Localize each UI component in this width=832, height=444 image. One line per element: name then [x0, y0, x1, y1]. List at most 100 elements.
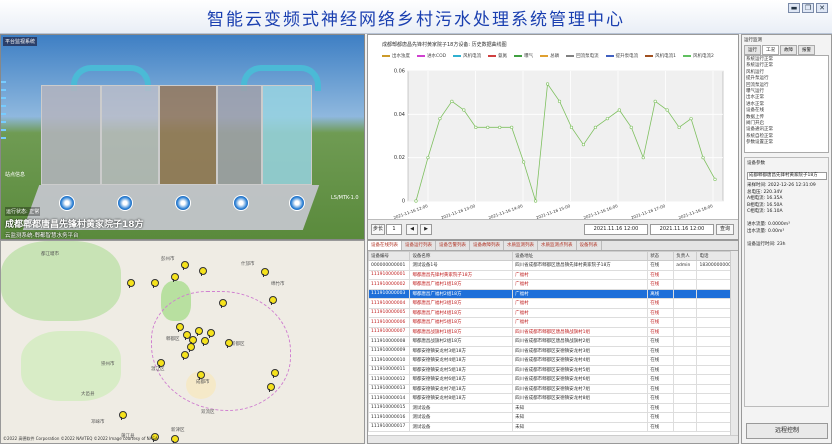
station-pin-icon[interactable] [207, 329, 215, 338]
table-row[interactable]: 111910000014 郫都安德镇安龙村8组18方 四川省成都市郫都区安德镇安龙村… [368, 393, 732, 404]
table-row[interactable]: 111910000006 郫都唐昌广福村5组18方 广福村 在线 [368, 317, 732, 328]
pump-icon[interactable] [117, 195, 133, 211]
parameter-value: 采样时间: 2022-12-26 12:31:09 [747, 183, 816, 188]
status-list-item[interactable]: 参数设置正常 [746, 140, 827, 146]
table-row[interactable]: 111910000012 郫都安德镇安龙村6组18方 四川省成都市郫都区安德镇安龙村… [368, 374, 732, 385]
table-cell: admin [673, 260, 698, 271]
table-tab[interactable]: 水质监测列表 [504, 241, 538, 250]
sidebar-tab[interactable]: 故障 [780, 45, 797, 55]
sidebar-tab[interactable]: 报警 [798, 45, 815, 55]
table-cell: 在线 [647, 269, 675, 280]
station-pin-icon[interactable] [261, 268, 269, 277]
station-pin-icon[interactable] [181, 351, 189, 360]
column-header[interactable]: 状态 [647, 251, 675, 261]
table-row[interactable]: 111910000008 郫都唐昌战旗村2组18方 四川省成都市郫都区唐昌镇战旗村2… [368, 336, 732, 347]
query-button[interactable]: 查询 [716, 224, 734, 235]
table-cell: 四川省成都市郫都区唐昌镇战旗村1组 [512, 326, 649, 337]
device-table-panel: 设备在线列表 设备运行列表 设备告警列表 设备故障列表 水质监测列表 水质监测点列表 设备列… [367, 240, 739, 444]
line-chart[interactable]: 0.06 0.04 0.02 02021-11-16 12:00 2021-11-16 … [368, 61, 738, 221]
station-pin-icon[interactable] [127, 279, 135, 288]
station-map[interactable]: 都江堰市 彭州市 什邡市 绵竹市 郫都区 成都市 新都区 温江区 崇州市 大邑县… [0, 240, 365, 444]
column-header[interactable]: 设备编号 [368, 251, 411, 261]
device-select[interactable]: 成都郫都唐昌先锋村黄家院子18方 [747, 172, 827, 180]
table-cell: 四川省成都市郫都区唐昌镇战旗村2组 [512, 336, 649, 347]
table-tab[interactable]: 设备运行列表 [402, 241, 436, 250]
status-list[interactable]: 系统运行正常 系统运行正常 风机运行 提升泵运行 回流泵运行 曝气运行 出水正常 进水正常 设备… [744, 55, 829, 153]
pump-icon[interactable] [59, 195, 75, 211]
table-row[interactable]: 111910000009 郫都安德镇安龙村3组18方 四川省成都市郫都区安德镇安龙村… [368, 345, 732, 356]
station-pin-icon[interactable] [187, 343, 195, 352]
station-pin-icon[interactable] [267, 383, 275, 392]
pump-icon[interactable] [289, 195, 305, 211]
table-row[interactable]: 111910000004 郫都唐昌广福村3组18方 广福村 在线 [368, 298, 732, 309]
station-pin-icon[interactable] [171, 273, 179, 282]
table-cell [673, 336, 698, 347]
station-pin-icon[interactable] [181, 261, 189, 270]
table-cell [696, 412, 732, 423]
table-cell: 18300000000 [696, 260, 732, 271]
station-pin-icon[interactable] [176, 323, 184, 332]
minimize-button[interactable]: ▬ [788, 3, 800, 13]
map-label: 新津区 [171, 428, 185, 433]
station-name: 成都郫都唐昌先锋村黄家院子18方 [5, 220, 144, 230]
table-row[interactable]: 111910000007 郫都唐昌战旗村1组18方 四川省成都市郫都区唐昌镇战旗村1… [368, 326, 732, 337]
table-row[interactable]: 111910000013 郫都安德镇安龙村7组18方 四川省成都市郫都区安德镇安龙村… [368, 383, 732, 394]
table-row[interactable]: 111910000015 测试设备 未知 在线 [368, 402, 732, 413]
table-row[interactable]: 000000000001 测试设备1号 四川省成都市郫都区唐昌镇先锋村黄家院子18方… [368, 260, 732, 271]
table-cell [696, 374, 732, 385]
table-cell [673, 269, 698, 280]
column-header[interactable]: 电话 [696, 251, 732, 261]
step-select[interactable]: 1 [386, 224, 402, 235]
station-pin-icon[interactable] [151, 279, 159, 288]
column-header[interactable]: 负责人 [673, 251, 698, 261]
sidebar-tab[interactable]: 运行 [744, 45, 761, 55]
table-row[interactable]: 111910000005 郫都唐昌广福村4组18方 广福村 在线 [368, 307, 732, 318]
table-row[interactable]: 111910000016 测试设备 未知 在线 [368, 412, 732, 423]
table-row[interactable]: 111910000011 郫都安德镇安龙村5组18方 四川省成都市郫都区安德镇安龙村… [368, 364, 732, 375]
maximize-button[interactable]: ❐ [802, 3, 814, 13]
table-row[interactable]: 111910000002 郫都唐昌广福村1组18方 广福村 在线 [368, 279, 732, 290]
table-tab[interactable]: 设备故障列表 [470, 241, 504, 250]
station-pin-icon[interactable] [119, 411, 127, 420]
station-pin-icon[interactable] [271, 369, 279, 378]
table-cell [673, 317, 698, 328]
table-tab[interactable]: 设备列表 [577, 241, 602, 250]
table-row[interactable]: 111910000003 郫都唐昌广福村2组18方 广福村 离线 [368, 288, 732, 299]
table-cell: 在线 [647, 412, 675, 423]
table-vertical-scrollbar[interactable] [730, 251, 738, 435]
table-horizontal-scrollbar[interactable] [368, 435, 738, 443]
table-tab[interactable]: 设备在线列表 [368, 241, 402, 250]
next-button[interactable]: ▶ [420, 224, 432, 235]
table-tab[interactable]: 水质监测点列表 [538, 241, 577, 250]
legend-swatch [514, 54, 523, 57]
station-pin-icon[interactable] [199, 267, 207, 276]
end-time-field[interactable]: 2021.11.16 12:00 [650, 224, 714, 235]
pump-icon[interactable] [233, 195, 249, 211]
station-pin-icon[interactable] [225, 339, 233, 348]
column-header[interactable]: 设备地址 [512, 251, 649, 261]
table-tab[interactable]: 设备告警列表 [436, 241, 470, 250]
table-row[interactable]: 111910000001 郫都唐昌先锋村黄家院子18方 广福村 在线 [368, 269, 732, 280]
station-3d-view[interactable]: 平台监视系统 站点信息 LS/MTK-1.0 运行状态: 正常 成都郫都唐昌先锋… [0, 34, 365, 240]
pump-icon[interactable] [175, 195, 191, 211]
station-pin-icon[interactable] [219, 299, 227, 308]
table-cell: 在线 [647, 402, 675, 413]
station-pin-icon[interactable] [197, 371, 205, 380]
close-button[interactable]: ✕ [816, 3, 828, 13]
station-pin-icon[interactable] [269, 296, 277, 305]
station-pin-icon[interactable] [157, 359, 165, 368]
sidebar-tab[interactable]: 工况 [762, 45, 779, 55]
station-pin-icon[interactable] [171, 435, 179, 443]
table-row[interactable]: 111910000017 测试设备 未知 在线 [368, 421, 732, 432]
prev-button[interactable]: ◀ [406, 224, 418, 235]
station-pin-icon[interactable] [195, 327, 203, 336]
start-time-field[interactable]: 2021.11.16 12:00 [584, 224, 648, 235]
column-header[interactable]: 设备名称 [409, 251, 514, 261]
station-pin-icon[interactable] [201, 337, 209, 346]
remote-control-button[interactable]: 远程控制 [746, 423, 828, 439]
map-label: 新都区 [231, 342, 245, 347]
table-cell [673, 298, 698, 309]
table-cell: 四川省成都市郫都区安德镇安龙村5组 [512, 364, 649, 375]
y-tick-label: 0.02 [394, 155, 405, 161]
table-row[interactable]: 111910000010 郫都安德镇安龙村4组18方 四川省成都市郫都区安德镇安龙村… [368, 355, 732, 366]
